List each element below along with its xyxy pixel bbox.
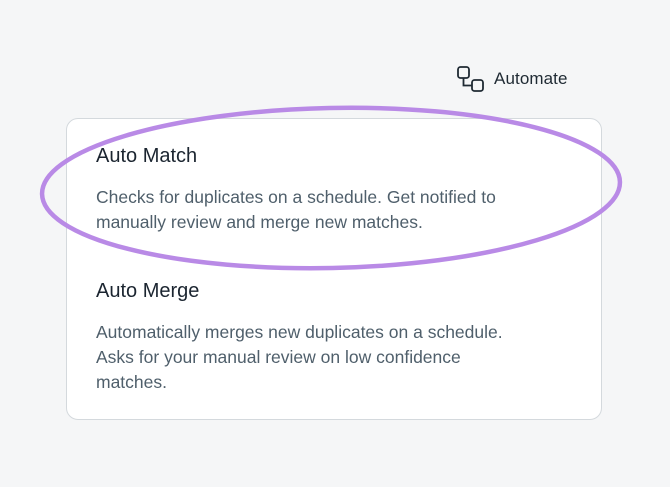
option-title: Auto Merge (96, 280, 200, 302)
option-description: Checks for duplicates on a schedule. Get… (96, 185, 576, 235)
automation-nodes-icon (457, 66, 484, 92)
option-auto-match[interactable]: Auto Match Checks for duplicates on a sc… (96, 142, 576, 235)
page: Automate Auto Match Checks for duplicate… (0, 0, 670, 487)
option-description: Automatically merges new duplicates on a… (96, 320, 576, 395)
option-description-line: Checks for duplicates on a schedule. Get… (96, 187, 496, 207)
automate-button[interactable]: Automate (456, 64, 568, 94)
option-description-line: matches. (96, 372, 167, 392)
option-description-line: Asks for your manual review on low confi… (96, 347, 461, 367)
option-auto-merge[interactable]: Auto Merge Automatically merges new dupl… (96, 277, 576, 395)
option-description-line: manually review and merge new matches. (96, 212, 423, 232)
option-title: Auto Match (96, 145, 198, 167)
automate-label: Automate (494, 69, 568, 88)
option-description-line: Automatically merges new duplicates on a… (96, 322, 503, 342)
